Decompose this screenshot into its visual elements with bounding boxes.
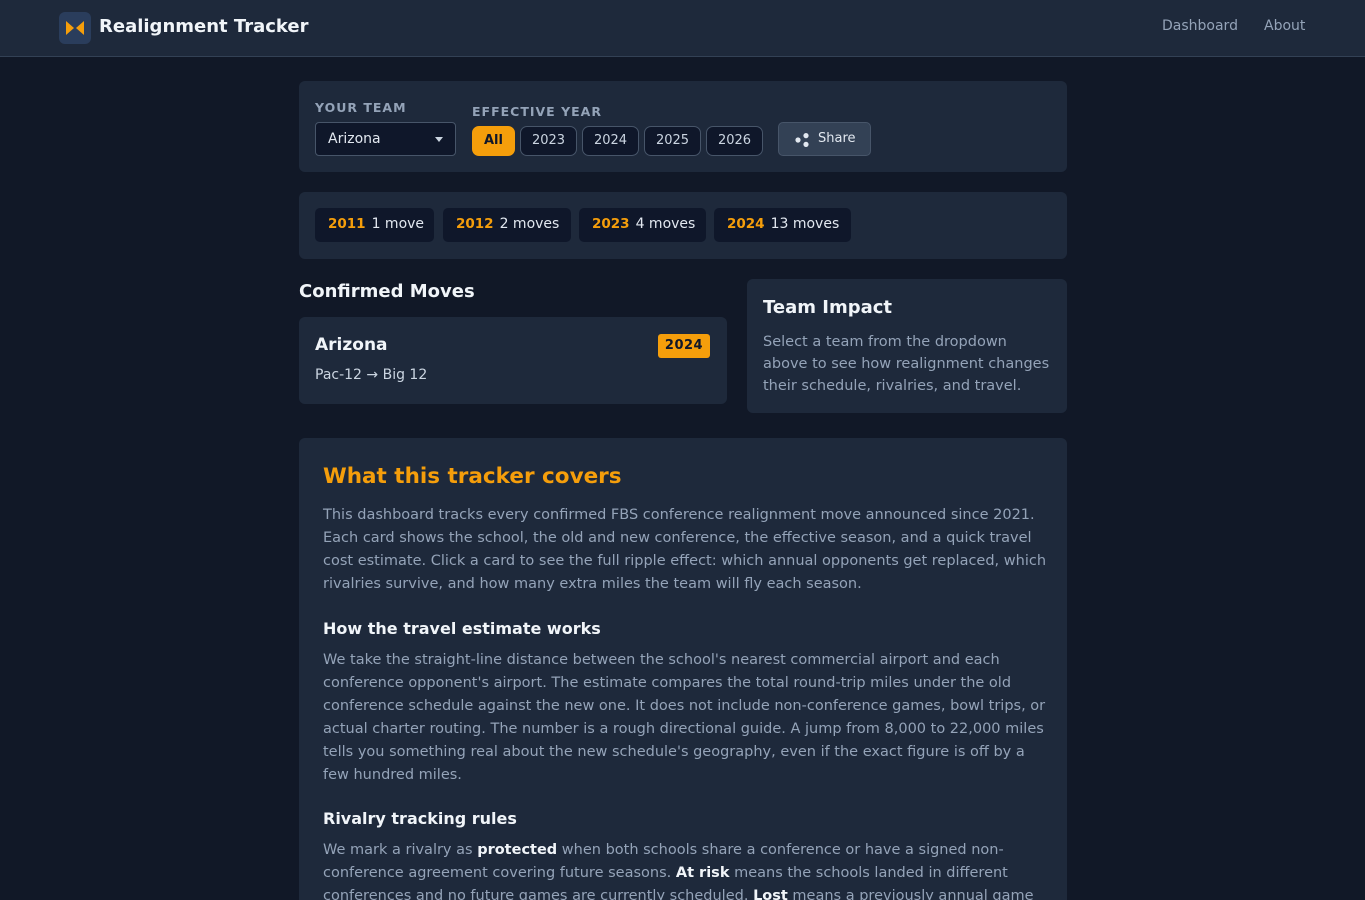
filters-panel: YOUR TEAM Arizona EFFECTIVE YEAR All 202… <box>299 81 1067 172</box>
travel-line: tells you something real about the new s… <box>323 744 1025 760</box>
protected-term: protected <box>477 842 558 858</box>
about-heading: What this tracker covers <box>323 464 622 489</box>
timeline-chip-2024[interactable]: 2024 13 moves <box>714 208 851 242</box>
confirmed-moves-heading: Confirmed Moves <box>299 281 475 302</box>
move-card[interactable]: Arizona 2024 Pac-12 → Big 12 <box>299 317 727 404</box>
move-year-badge: 2024 <box>658 334 710 358</box>
app-title[interactable]: Realignment Tracker <box>99 16 308 37</box>
nav-about-link[interactable]: About <box>1264 18 1305 34</box>
timeline-count: 1 move <box>371 216 425 232</box>
chevron-down-icon <box>435 137 443 142</box>
timeline-count: 13 moves <box>770 216 840 232</box>
timeline-chip-2023[interactable]: 2023 4 moves <box>579 208 706 242</box>
move-card-school: Arizona <box>315 335 388 355</box>
about-intro: This dashboard tracks every confirmed FB… <box>323 504 1046 596</box>
intro-line: cost estimate. Click a card to see the f… <box>323 553 1047 569</box>
share-icon <box>795 133 809 147</box>
share-button[interactable]: Share <box>778 122 871 156</box>
team-select[interactable]: Arizona <box>315 122 456 156</box>
intro-line: Each card shows the school, the old and … <box>323 530 1032 546</box>
team-label: YOUR TEAM <box>315 100 407 115</box>
nav-dashboard-link[interactable]: Dashboard <box>1162 18 1238 34</box>
at-risk-term: At risk <box>675 865 730 881</box>
team-impact-panel: Team Impact Select a team from the dropd… <box>747 279 1067 413</box>
team-impact-text: Select a team from the dropdown above to… <box>763 331 1049 397</box>
move-card-conference-change: Pac-12 → Big 12 <box>315 367 428 383</box>
about-panel: What this tracker covers This dashboard … <box>299 438 1067 900</box>
rivalry-line: conference agreement covering future sea… <box>323 865 1008 881</box>
travel-line: actual charter routing. The number is a … <box>323 721 1044 737</box>
timeline-panel: 2011 1 move 2012 2 moves 2023 4 moves 2024 1… <box>299 192 1067 259</box>
team-impact-heading: Team Impact <box>763 297 893 318</box>
timeline-count: 2 moves <box>499 216 560 232</box>
timeline-year: 2012 <box>456 216 494 232</box>
rivalry-line: We mark a rivalry as protected when both… <box>323 842 1004 858</box>
team-impact-line: above to see how realignment changes <box>763 356 1050 372</box>
top-navbar: Realignment Tracker Dashboard About <box>0 0 1365 57</box>
travel-line: We take the straight-line distance betwe… <box>323 652 1000 668</box>
year-pill-2024[interactable]: 2024 <box>582 126 639 156</box>
rivalry-line: conferences and no future games are curr… <box>323 885 1034 900</box>
travel-heading: How the travel estimate works <box>323 619 601 638</box>
year-pill-2023[interactable]: 2023 <box>520 126 577 156</box>
travel-line: conference opponent's airport. The estim… <box>323 675 1012 691</box>
intro-line: This dashboard tracks every confirmed FB… <box>323 507 1035 523</box>
timeline-count: 4 moves <box>635 216 696 232</box>
rivalry-text: We mark a rivalry as protected when both… <box>323 839 1034 900</box>
team-select-value: Arizona <box>328 131 381 147</box>
travel-line: conference schedule against the new one.… <box>323 698 1046 714</box>
travel-line: few hundred miles. <box>323 767 462 783</box>
bowtie-logo-icon[interactable] <box>59 12 91 44</box>
lost-term: Lost <box>753 888 788 900</box>
share-label: Share <box>818 131 856 146</box>
travel-text: We take the straight-line distance betwe… <box>323 649 1045 787</box>
timeline-year: 2024 <box>727 216 765 232</box>
year-pill-all[interactable]: All <box>472 126 515 156</box>
intro-line: rivalries survive, and how many extra mi… <box>323 576 862 592</box>
team-impact-line: Select a team from the dropdown <box>763 334 1007 350</box>
rivalry-heading: Rivalry tracking rules <box>323 809 517 828</box>
year-label: EFFECTIVE YEAR <box>472 104 602 119</box>
year-pill-2026[interactable]: 2026 <box>706 126 763 156</box>
timeline-chip-2011[interactable]: 2011 1 move <box>315 208 434 242</box>
team-impact-line: their schedule, rivalries, and travel. <box>763 378 1022 394</box>
timeline-year: 2011 <box>328 216 366 232</box>
year-pill-2025[interactable]: 2025 <box>644 126 701 156</box>
timeline-chip-2012[interactable]: 2012 2 moves <box>443 208 571 242</box>
timeline-year: 2023 <box>592 216 630 232</box>
